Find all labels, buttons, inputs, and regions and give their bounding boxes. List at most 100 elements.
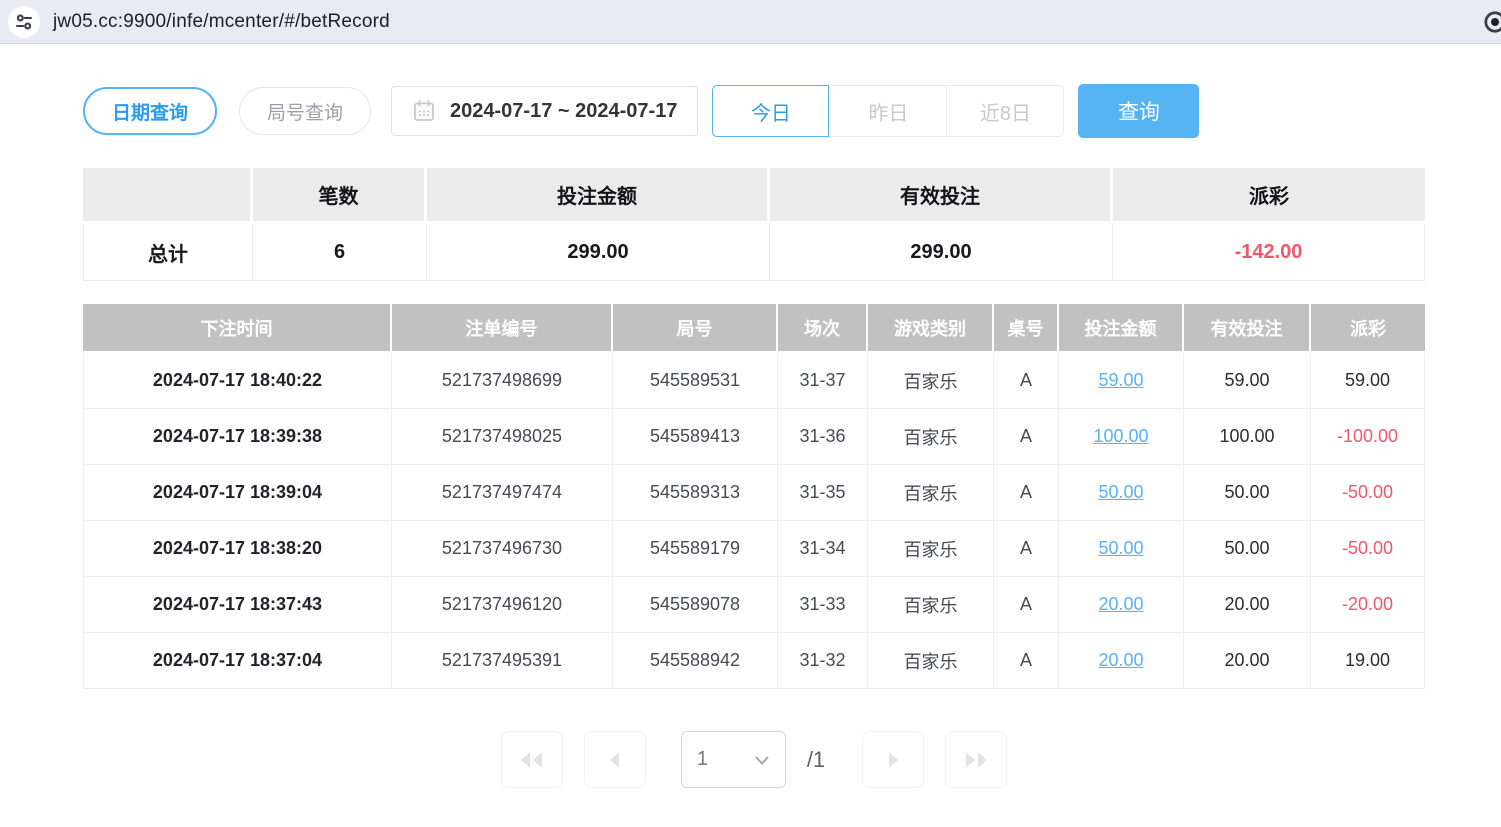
bet-amount-link[interactable]: 59.00 xyxy=(1098,370,1143,390)
tab-date-query[interactable]: 日期查询 xyxy=(83,87,217,135)
cell-table-no: A xyxy=(994,633,1059,689)
cell-bet-time: 2024-07-17 18:37:04 xyxy=(83,633,392,689)
summary-header-bet-amount: 投注金额 xyxy=(427,168,770,224)
cell-round-id: 545589313 xyxy=(613,465,778,521)
bet-amount-link[interactable]: 50.00 xyxy=(1098,538,1143,558)
bet-amount-link[interactable]: 20.00 xyxy=(1098,594,1143,614)
cell-round-id: 545589179 xyxy=(613,521,778,577)
cell-payout: -100.00 xyxy=(1311,409,1425,465)
cell-session: 31-36 xyxy=(778,409,868,465)
summary-table: 笔数 投注金额 有效投注 派彩 总计 6 299.00 299.00 -142.… xyxy=(83,168,1425,281)
table-row: 2024-07-17 18:39:38 521737498025 5455894… xyxy=(83,409,1425,465)
table-row: 2024-07-17 18:39:04 521737497474 5455893… xyxy=(83,465,1425,521)
page-select[interactable]: 1 xyxy=(681,731,786,788)
summary-header-valid-bet: 有效投注 xyxy=(770,168,1113,224)
summary-count: 6 xyxy=(253,224,427,281)
cell-bet-id: 521737497474 xyxy=(392,465,613,521)
summary-header-row: 笔数 投注金额 有效投注 派彩 xyxy=(83,168,1425,224)
filter-toolbar: 日期查询 局号查询 2024-07-17 ~ 2024-07-17 今日 昨日 … xyxy=(83,84,1425,138)
double-chevron-right-icon xyxy=(961,748,991,772)
cell-game-type: 百家乐 xyxy=(868,353,994,409)
quick-range-today[interactable]: 今日 xyxy=(712,85,829,137)
first-page-button[interactable] xyxy=(501,731,563,788)
chevron-left-icon xyxy=(603,748,627,772)
cell-game-type: 百家乐 xyxy=(868,577,994,633)
table-row: 2024-07-17 18:37:04 521737495391 5455889… xyxy=(83,633,1425,689)
summary-valid-bet: 299.00 xyxy=(770,224,1113,281)
site-settings-button[interactable] xyxy=(8,6,40,38)
table-row: 2024-07-17 18:40:22 521737498699 5455895… xyxy=(83,353,1425,409)
bet-record-table: 下注时间 注单编号 局号 场次 游戏类别 桌号 投注金额 有效投注 派彩 202… xyxy=(83,304,1425,689)
quick-range-group: 今日 昨日 近8日 xyxy=(712,85,1064,137)
date-range-picker[interactable]: 2024-07-17 ~ 2024-07-17 xyxy=(391,86,698,136)
cell-bet-id: 521737496120 xyxy=(392,577,613,633)
cell-payout: -20.00 xyxy=(1311,577,1425,633)
cell-bet-id: 521737496730 xyxy=(392,521,613,577)
cell-bet-id: 521737495391 xyxy=(392,633,613,689)
browser-address-bar: jw05.cc:9900/infe/mcenter/#/betRecord xyxy=(0,0,1501,44)
bet-amount-link[interactable]: 100.00 xyxy=(1093,426,1148,446)
cell-round-id: 545588942 xyxy=(613,633,778,689)
header-bet-id: 注单编号 xyxy=(392,304,613,353)
cell-session: 31-33 xyxy=(778,577,868,633)
cell-table-no: A xyxy=(994,521,1059,577)
cell-session: 31-34 xyxy=(778,521,868,577)
cell-round-id: 545589078 xyxy=(613,577,778,633)
cell-bet-id: 521737498025 xyxy=(392,409,613,465)
chevron-down-icon xyxy=(754,754,770,766)
summary-payout: -142.00 xyxy=(1113,224,1425,281)
header-session: 场次 xyxy=(778,304,868,353)
cell-valid-bet: 20.00 xyxy=(1184,633,1311,689)
cell-round-id: 545589413 xyxy=(613,409,778,465)
cell-table-no: A xyxy=(994,577,1059,633)
next-page-button[interactable] xyxy=(862,731,924,788)
cell-valid-bet: 50.00 xyxy=(1184,465,1311,521)
last-page-button[interactable] xyxy=(945,731,1007,788)
quick-range-last8days[interactable]: 近8日 xyxy=(946,86,1063,136)
cell-valid-bet: 50.00 xyxy=(1184,521,1311,577)
search-button[interactable]: 查询 xyxy=(1078,84,1199,138)
pagination: 1 /1 xyxy=(83,731,1425,788)
cell-game-type: 百家乐 xyxy=(868,521,994,577)
cell-payout: 19.00 xyxy=(1311,633,1425,689)
summary-header-count: 笔数 xyxy=(253,168,427,224)
cell-round-id: 545589531 xyxy=(613,353,778,409)
summary-bet-amount: 299.00 xyxy=(427,224,770,281)
cell-valid-bet: 100.00 xyxy=(1184,409,1311,465)
cell-game-type: 百家乐 xyxy=(868,409,994,465)
record-button[interactable] xyxy=(1482,9,1501,35)
bet-amount-link[interactable]: 50.00 xyxy=(1098,482,1143,502)
table-row: 2024-07-17 18:37:43 521737496120 5455890… xyxy=(83,577,1425,633)
cell-payout: -50.00 xyxy=(1311,521,1425,577)
table-header-row: 下注时间 注单编号 局号 场次 游戏类别 桌号 投注金额 有效投注 派彩 xyxy=(83,304,1425,353)
cell-valid-bet: 20.00 xyxy=(1184,577,1311,633)
bet-amount-link[interactable]: 20.00 xyxy=(1098,650,1143,670)
summary-total-row: 总计 6 299.00 299.00 -142.00 xyxy=(83,224,1425,281)
double-chevron-left-icon xyxy=(517,748,547,772)
cell-table-no: A xyxy=(994,465,1059,521)
url-text[interactable]: jw05.cc:9900/infe/mcenter/#/betRecord xyxy=(53,11,390,33)
summary-header-blank xyxy=(83,168,253,224)
cell-payout: -50.00 xyxy=(1311,465,1425,521)
cell-session: 31-35 xyxy=(778,465,868,521)
page-total-label: /1 xyxy=(807,747,825,773)
tune-icon xyxy=(14,12,34,32)
prev-page-button[interactable] xyxy=(584,731,646,788)
cell-table-no: A xyxy=(994,409,1059,465)
chevron-right-icon xyxy=(881,748,905,772)
cell-bet-id: 521737498699 xyxy=(392,353,613,409)
cell-table-no: A xyxy=(994,353,1059,409)
cell-valid-bet: 59.00 xyxy=(1184,353,1311,409)
date-range-value: 2024-07-17 ~ 2024-07-17 xyxy=(450,100,677,123)
header-bet-amount: 投注金额 xyxy=(1059,304,1184,353)
tab-round-query[interactable]: 局号查询 xyxy=(239,87,371,135)
header-bet-time: 下注时间 xyxy=(83,304,392,353)
quick-range-yesterday[interactable]: 昨日 xyxy=(829,86,946,136)
cell-session: 31-32 xyxy=(778,633,868,689)
header-round-id: 局号 xyxy=(613,304,778,353)
header-table-no: 桌号 xyxy=(994,304,1059,353)
cell-session: 31-37 xyxy=(778,353,868,409)
summary-total-label: 总计 xyxy=(83,224,253,281)
cell-bet-time: 2024-07-17 18:38:20 xyxy=(83,521,392,577)
cell-bet-time: 2024-07-17 18:39:38 xyxy=(83,409,392,465)
